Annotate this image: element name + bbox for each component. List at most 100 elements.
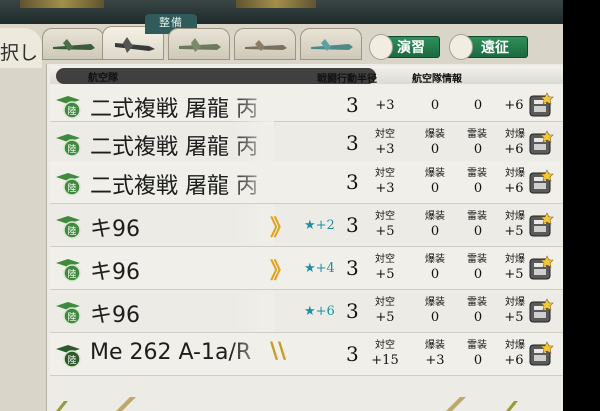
stat-label: 対爆 <box>505 297 525 308</box>
proficiency-rank-icon: 》 <box>270 259 293 284</box>
stat-label: 雷装 <box>467 340 487 351</box>
land-fighter-icon: 陸 <box>56 302 81 325</box>
equipment-row[interactable]: 陸二式複戦 屠龍 丙 3 +3 0 0 +6 <box>50 84 563 126</box>
equipment-row[interactable]: 陸キ96 》 ★+2 3 対空 +5 爆装 0 雷装 0 対爆 +5 <box>50 204 563 247</box>
plane-type-tab-4[interactable] <box>234 28 296 60</box>
svg-text:陸: 陸 <box>67 268 76 280</box>
expedition-button[interactable]: 遠征 <box>449 34 528 60</box>
stat-value: 0 <box>430 224 440 239</box>
equipment-row[interactable]: 陸 Me 262 A-1a/R \\ 3 対空 +15 爆装 +3 雷装 0 対爆 +6 <box>50 333 563 376</box>
stat-value: +3 <box>375 181 395 196</box>
stat-value: 0 <box>473 267 483 282</box>
stat-value: 0 <box>473 353 483 368</box>
stat-value: +5 <box>375 224 395 239</box>
stat-label: 爆装 <box>425 297 445 308</box>
header-range: 戦闘行動半径 <box>317 74 377 85</box>
game-screen: 択し 整備 演習 遠征 航空隊 戦闘行動半径 航空隊情報 陸二式複戦 屠龍 丙3… <box>0 0 563 411</box>
stat-value: +15 <box>371 353 399 368</box>
svg-text:陸: 陸 <box>67 143 76 155</box>
improvement-level: ★+4 <box>304 261 335 276</box>
combat-radius: 3 <box>346 299 359 323</box>
stat-label: 対空 <box>375 254 395 265</box>
land-fighter-icon: 陸 <box>56 96 81 119</box>
equipment-name: キ96 <box>90 303 140 328</box>
practice-icon <box>369 34 393 60</box>
land-fighter-icon: 陸 <box>56 216 81 239</box>
stat-value: +5 <box>375 267 395 282</box>
land-fighter-icon: 陸 <box>56 173 81 196</box>
improvement-level: ★+2 <box>304 218 335 233</box>
equip-button-icon[interactable] <box>528 255 554 281</box>
equip-button-icon[interactable] <box>528 130 554 156</box>
plane-type-tab-3[interactable] <box>168 28 230 60</box>
svg-text:陸: 陸 <box>67 225 76 237</box>
combat-radius: 3 <box>346 213 359 237</box>
stat-value: 0 <box>430 142 440 157</box>
plane-type-tab-1[interactable] <box>42 28 104 60</box>
land-fighter-icon: 陸 <box>56 134 81 157</box>
equip-button-icon[interactable] <box>528 298 554 324</box>
stat-value: 0 <box>430 267 440 282</box>
stat-label: 対空 <box>375 340 395 351</box>
stat-label: 対爆 <box>505 211 525 222</box>
proficiency-rank-icon: 》 <box>270 216 293 241</box>
equipment-name: キ96 <box>90 217 140 242</box>
equipment-row[interactable]: 陸二式複戦 屠龍 丙 3 対空 +3 爆装 0 雷装 0 対爆 +6 <box>50 161 563 204</box>
bottom-decoration <box>56 397 518 411</box>
svg-text:陸: 陸 <box>67 182 76 194</box>
practice-button[interactable]: 演習 <box>369 34 440 60</box>
header-info: 航空隊情報 <box>412 74 462 85</box>
plane-type-tab-5[interactable] <box>300 28 362 60</box>
stat-label: 対爆 <box>505 340 525 351</box>
plane-icon <box>179 38 221 52</box>
stat-label: 対爆 <box>505 254 525 265</box>
combat-radius: 3 <box>346 170 359 194</box>
stat-label: 雷装 <box>467 297 487 308</box>
stat-value: 0 <box>430 98 440 113</box>
combat-radius: 3 <box>346 342 359 366</box>
stat-label: 雷装 <box>467 168 487 179</box>
top-strip <box>0 0 563 24</box>
expedition-icon <box>449 34 473 60</box>
equipment-row[interactable]: 陸二式複戦 屠龍 丙 3 対空 +3 爆装 0 雷装 0 対爆 +6 <box>50 122 563 165</box>
stat-value: 0 <box>473 142 483 157</box>
equipment-row[interactable]: 陸キ96 》 ★+4 3 対空 +5 爆装 0 雷装 0 対爆 +5 <box>50 247 563 290</box>
svg-text:陸: 陸 <box>67 311 76 323</box>
equip-button-icon[interactable] <box>528 341 554 367</box>
combat-radius: 3 <box>346 256 359 280</box>
stat-value: +3 <box>425 353 445 368</box>
equip-button-icon[interactable] <box>528 169 554 195</box>
equip-button-icon[interactable] <box>528 212 554 238</box>
equipment-name: キ96 <box>90 260 140 285</box>
combat-radius: 3 <box>346 131 359 155</box>
proficiency-rank-icon: \\ <box>270 339 287 364</box>
stat-label: 爆装 <box>425 168 445 179</box>
stat-label: 雷装 <box>467 129 487 140</box>
stat-label: 雷装 <box>467 211 487 222</box>
plane-icon <box>115 37 155 53</box>
stat-label: 対空 <box>375 297 395 308</box>
left-kanji: 択し <box>0 42 39 64</box>
equip-button-icon[interactable] <box>528 92 554 118</box>
plane-icon <box>53 39 95 51</box>
stat-label: 対空 <box>375 168 395 179</box>
equipment-name: Me 262 A-1a/R <box>90 340 252 365</box>
stat-value: +3 <box>375 98 395 113</box>
stat-value: 0 <box>430 310 440 325</box>
plane-icon <box>311 39 353 51</box>
stat-value: 0 <box>473 98 483 113</box>
stat-value: 0 <box>473 224 483 239</box>
combat-radius: 3 <box>346 93 359 117</box>
svg-text:陸: 陸 <box>67 105 76 117</box>
svg-text:陸: 陸 <box>67 354 76 366</box>
stat-value: +3 <box>375 142 395 157</box>
stat-label: 爆装 <box>425 211 445 222</box>
plane-icon <box>245 40 287 51</box>
stat-label: 対爆 <box>505 129 525 140</box>
stat-label: 爆装 <box>425 129 445 140</box>
stat-value: 0 <box>473 310 483 325</box>
stat-label: 対爆 <box>505 168 525 179</box>
equipment-row[interactable]: 陸キ96 ★+6 3 対空 +5 爆装 0 雷装 0 対爆 +5 <box>50 290 563 333</box>
improvement-level: ★+6 <box>304 304 335 319</box>
stat-label: 対空 <box>375 211 395 222</box>
